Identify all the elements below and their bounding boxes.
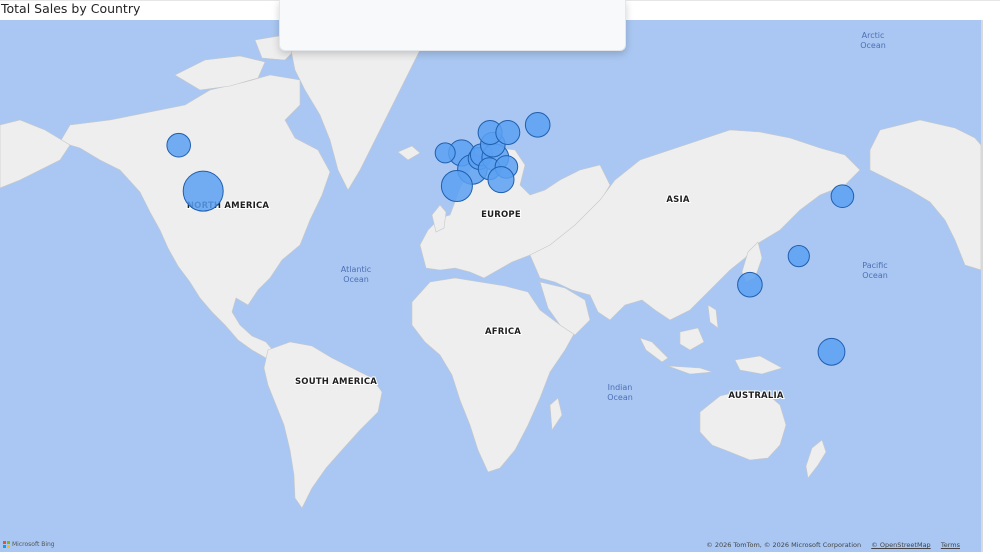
bubble-canada[interactable] [166,132,191,158]
tooltip-panel [279,0,626,51]
bubble-sweden[interactable] [495,120,521,145]
bubble-australia[interactable] [817,337,846,366]
bubble-japan[interactable] [830,184,855,208]
map-right-border [981,20,983,552]
continent-label: ASIA [666,195,689,205]
ocean-label: Indian Ocean [607,383,633,402]
ocean-label: Atlantic Ocean [341,265,371,284]
continent-label: AFRICA [485,327,521,337]
terms-link[interactable]: Terms [941,541,960,549]
continent-label: EUROPE [481,210,521,220]
map-attribution: © 2026 TomTom, © 2026 Microsoft Corporat… [706,541,960,549]
ocean-label: Pacific Ocean [862,261,888,280]
attribution-text: © 2026 TomTom, © 2026 Microsoft Corporat… [706,541,862,549]
visual-title: Total Sales by Country [1,1,141,16]
continent-label: AUSTRALIA [728,391,783,401]
bubble-italy[interactable] [487,166,515,194]
bubble-singapore[interactable] [737,271,763,298]
continent-label: SOUTH AMERICA [295,377,377,387]
bubble-ireland[interactable] [434,142,456,164]
bubble-usa[interactable] [182,170,224,212]
microsoft-logo-icon [3,541,10,548]
map-canvas[interactable]: Arctic Ocean Atlantic Ocean Pacific Ocean Indi… [0,20,981,552]
bubble-philippines[interactable] [787,245,810,268]
bubble-finland[interactable] [524,112,551,138]
ocean-label: Arctic Ocean [860,31,886,50]
microsoft-bing-logo: Microsoft Bing [3,541,55,548]
openstreetmap-link[interactable]: © OpenStreetMap [871,541,930,549]
bing-logo-text: Microsoft Bing [12,541,55,548]
bubble-spain[interactable] [440,170,473,202]
map-visual: Total Sales by Country Arctic Ocean Atla… [0,0,1000,554]
